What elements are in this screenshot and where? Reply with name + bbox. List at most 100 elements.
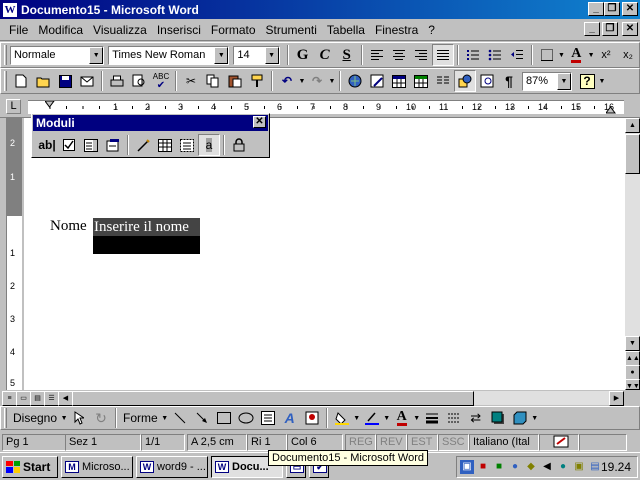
chevron-down-icon[interactable]: ▼ (598, 78, 606, 85)
drawing-toolbar-icon[interactable] (454, 70, 476, 92)
check-box-icon[interactable] (58, 134, 80, 156)
zoom-combo[interactable]: 87% ▼ (522, 71, 572, 91)
insert-table-icon[interactable] (154, 134, 176, 156)
underline-button[interactable]: S (336, 44, 358, 66)
next-page-button[interactable]: ▼▼ (625, 379, 640, 390)
tab-selector[interactable]: L (6, 99, 21, 114)
shadow-icon[interactable] (487, 407, 509, 429)
show-hide-pilcrow-icon[interactable]: ¶ (498, 70, 520, 92)
columns-icon[interactable] (432, 70, 454, 92)
vertical-ruler[interactable]: 2 1 1 2 3 4 5 (6, 118, 22, 390)
previous-page-button[interactable]: ▲▲ (625, 351, 640, 366)
form-field-options-icon[interactable] (102, 134, 124, 156)
toolbar-grip[interactable] (4, 408, 7, 428)
toolbar-grip[interactable] (4, 45, 7, 65)
scroll-thumb[interactable] (625, 134, 640, 174)
clock[interactable]: 19.24 (601, 460, 631, 474)
scroll-down-button[interactable]: ▼ (625, 336, 640, 351)
web-layout-button[interactable]: ▭ (16, 391, 31, 406)
free-rotate-icon[interactable]: ↻ (90, 407, 112, 429)
chevron-down-icon[interactable]: ▼ (264, 46, 279, 64)
form-field-shading-icon[interactable]: a (198, 134, 220, 156)
spelling-status-icon[interactable] (539, 433, 579, 451)
numbered-list-icon[interactable] (462, 44, 484, 66)
chevron-down-icon[interactable]: ▼ (214, 46, 229, 64)
chevron-down-icon[interactable]: ▼ (161, 415, 169, 422)
print-icon[interactable] (106, 70, 128, 92)
forms-toolbar[interactable]: Moduli ✕ ab| a (31, 113, 270, 158)
menu-file[interactable]: File (4, 23, 33, 37)
draw-menu-button[interactable]: Disegno (10, 411, 60, 425)
fill-color-icon[interactable] (331, 407, 353, 429)
scroll-right-button[interactable]: ▶ (609, 391, 624, 406)
paste-icon[interactable] (224, 70, 246, 92)
menu-visualizza[interactable]: Visualizza (88, 23, 152, 37)
select-browse-object-button[interactable]: ● (625, 365, 640, 380)
redo-icon[interactable]: ↷ (306, 70, 328, 92)
print-layout-button[interactable]: ▤ (30, 391, 45, 406)
text-field-value[interactable]: Inserire il nome (93, 218, 200, 236)
italic-button[interactable]: C (314, 44, 336, 66)
word-app-icon[interactable]: W (3, 2, 17, 17)
text-field-icon[interactable]: ab| (36, 134, 58, 156)
document-page[interactable]: Nome Inserire il nome (24, 118, 625, 390)
chevron-down-icon[interactable]: ▼ (383, 415, 391, 422)
forms-toolbar-caption[interactable]: Moduli ✕ (33, 115, 268, 131)
tray-app-icon[interactable]: ■ (492, 460, 506, 474)
chevron-down-icon[interactable]: ▼ (413, 415, 421, 422)
arrow-style-icon[interactable]: ⇄ (465, 407, 487, 429)
task-button[interactable]: W word9 - ... (136, 455, 208, 478)
text-form-field[interactable]: Inserire il nome (93, 218, 200, 254)
scroll-up-button[interactable]: ▲ (625, 118, 640, 133)
insert-hyperlink-icon[interactable] (344, 70, 366, 92)
chevron-down-icon[interactable]: ▼ (587, 52, 595, 59)
chevron-down-icon[interactable]: ▼ (298, 78, 306, 85)
network-icon[interactable]: ▣ (460, 460, 474, 474)
scroll-left-button[interactable]: ◀ (58, 391, 73, 406)
chevron-down-icon[interactable]: ▼ (60, 415, 68, 422)
bold-button[interactable]: G (292, 44, 314, 66)
print-preview-icon[interactable] (128, 70, 150, 92)
undo-icon[interactable]: ↶ (276, 70, 298, 92)
chevron-down-icon[interactable]: ▼ (558, 52, 566, 59)
tray-app-icon[interactable]: ▣ (572, 460, 586, 474)
doc-restore-button[interactable]: ❐ (602, 22, 618, 36)
tray-app-icon[interactable]: ▤ (588, 460, 602, 474)
tray-app-icon[interactable]: ● (556, 460, 570, 474)
status-ext[interactable]: EST (407, 433, 438, 451)
style-combo[interactable]: Normale ▼ (9, 45, 105, 65)
bulleted-list-icon[interactable] (484, 44, 506, 66)
office-assistant-icon[interactable]: ? (576, 70, 598, 92)
first-line-indent-marker[interactable] (45, 101, 55, 109)
clip-art-icon[interactable] (301, 407, 323, 429)
minimize-button[interactable]: _ (588, 2, 604, 16)
task-button[interactable]: M Microso... (61, 455, 133, 478)
chevron-down-icon[interactable]: ▼ (531, 415, 539, 422)
toolbar-grip[interactable] (4, 71, 7, 91)
start-button[interactable]: Start (2, 455, 58, 478)
autoshapes-menu-button[interactable]: Forme (120, 411, 161, 425)
line-color-icon[interactable] (361, 407, 383, 429)
subscript-icon[interactable]: x₂ (617, 44, 639, 66)
3d-icon[interactable] (509, 407, 531, 429)
status-ovr[interactable]: SSC (438, 433, 469, 451)
cut-icon[interactable]: ✂ (180, 70, 202, 92)
status-language[interactable]: Italiano (Ital (469, 433, 539, 451)
menu-inserisci[interactable]: Inserisci (152, 23, 206, 37)
chevron-down-icon[interactable]: ▼ (557, 72, 571, 90)
insert-table-icon[interactable] (388, 70, 410, 92)
normal-view-button[interactable]: ≡ (2, 391, 17, 406)
text-box-icon[interactable] (257, 407, 279, 429)
document-map-icon[interactable] (476, 70, 498, 92)
draw-table-icon[interactable] (132, 134, 154, 156)
lock-icon[interactable] (228, 134, 250, 156)
line-style-icon[interactable] (421, 407, 443, 429)
align-center-icon[interactable] (388, 44, 410, 66)
menu-strumenti[interactable]: Strumenti (261, 23, 322, 37)
status-trk[interactable]: REV (376, 433, 407, 451)
select-objects-icon[interactable] (68, 407, 90, 429)
globe-icon[interactable]: ● (508, 460, 522, 474)
font-combo[interactable]: Times New Roman ▼ (108, 45, 230, 65)
borders-icon[interactable] (536, 44, 558, 66)
copy-icon[interactable] (202, 70, 224, 92)
